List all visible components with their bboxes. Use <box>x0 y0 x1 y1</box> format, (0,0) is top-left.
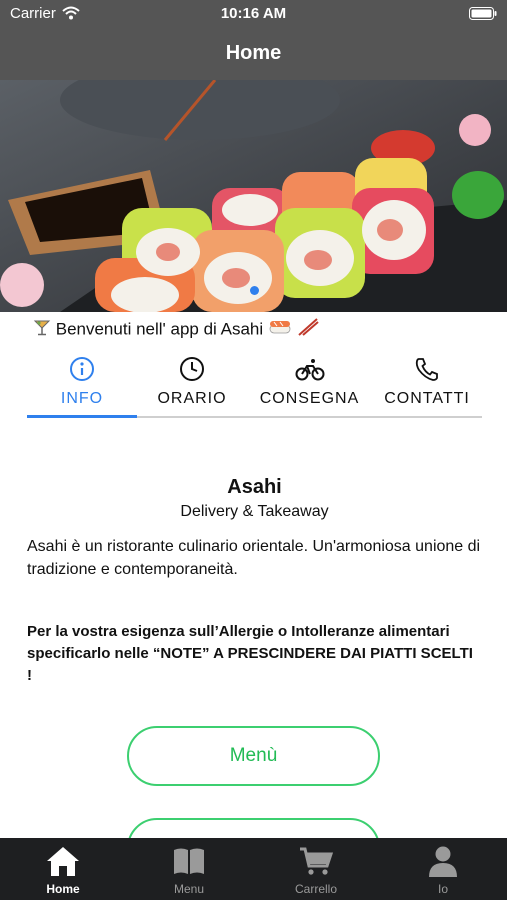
clock-icon <box>137 356 247 384</box>
chopsticks-icon <box>297 318 319 341</box>
tab-contatti-label: CONTATTI <box>384 390 470 407</box>
tab-consegna-label: CONSEGNA <box>259 390 360 407</box>
welcome-banner: Benvenuti nell' app di Asahi <box>0 318 507 344</box>
home-icon <box>0 844 126 880</box>
menu-button[interactable]: Menù <box>127 726 380 786</box>
tabbar-home-label: Home <box>46 882 80 896</box>
tab-info[interactable]: INFO <box>27 352 137 418</box>
person-icon <box>380 844 506 880</box>
tabbar-profile-label: Io <box>437 882 448 896</box>
cart-icon <box>253 844 379 880</box>
phone-icon <box>372 356 482 384</box>
tab-contatti[interactable]: CONTATTI <box>372 352 482 418</box>
tab-orario-label: ORARIO <box>157 390 227 407</box>
tabbar-item-home[interactable]: Home <box>0 838 126 900</box>
info-tabs: INFO ORARIO CONSEGNA CONTATTI <box>27 352 482 418</box>
bottom-tab-bar: Home Menu Carrello Io <box>0 838 507 900</box>
info-content: Asahi Delivery & Takeaway Asahi è un ris… <box>27 470 482 687</box>
tabbar-cart-label: Carrello <box>294 882 337 896</box>
tab-info-label: INFO <box>60 390 104 407</box>
status-time: 10:16 AM <box>220 5 287 22</box>
tabbar-menu-label: Menu <box>173 882 205 896</box>
book-icon <box>126 844 252 880</box>
tabbar-item-cart[interactable]: Carrello <box>253 838 379 900</box>
info-icon <box>27 356 137 384</box>
restaurant-name: Asahi <box>227 476 282 498</box>
tab-orario[interactable]: ORARIO <box>137 352 247 418</box>
navigation-bar: Home <box>0 28 507 80</box>
tabbar-item-profile[interactable]: Io <box>380 838 506 900</box>
cocktail-icon <box>33 318 51 341</box>
restaurant-subtitle: Delivery & Takeaway <box>180 503 329 520</box>
battery-icon <box>469 7 497 24</box>
allergy-notice: Per la vostra esigenza sull’Allergie o I… <box>27 623 473 684</box>
bicycle-icon <box>247 356 372 384</box>
page-title: Home <box>225 42 282 64</box>
restaurant-description: Asahi è un ristorante culinario oriental… <box>27 538 481 578</box>
welcome-text: Benvenuti nell' app di Asahi <box>55 319 264 339</box>
tab-consegna[interactable]: CONSEGNA <box>247 352 372 418</box>
tabbar-item-menu[interactable]: Menu <box>126 838 252 900</box>
hero-image[interactable] <box>0 80 507 312</box>
sushi-rolls-photo <box>0 80 507 312</box>
carousel-page-dot[interactable] <box>250 286 259 295</box>
status-bar: Carrier 10:16 AM <box>0 0 507 28</box>
sushi-icon <box>268 318 292 341</box>
tab-active-indicator <box>27 415 137 418</box>
